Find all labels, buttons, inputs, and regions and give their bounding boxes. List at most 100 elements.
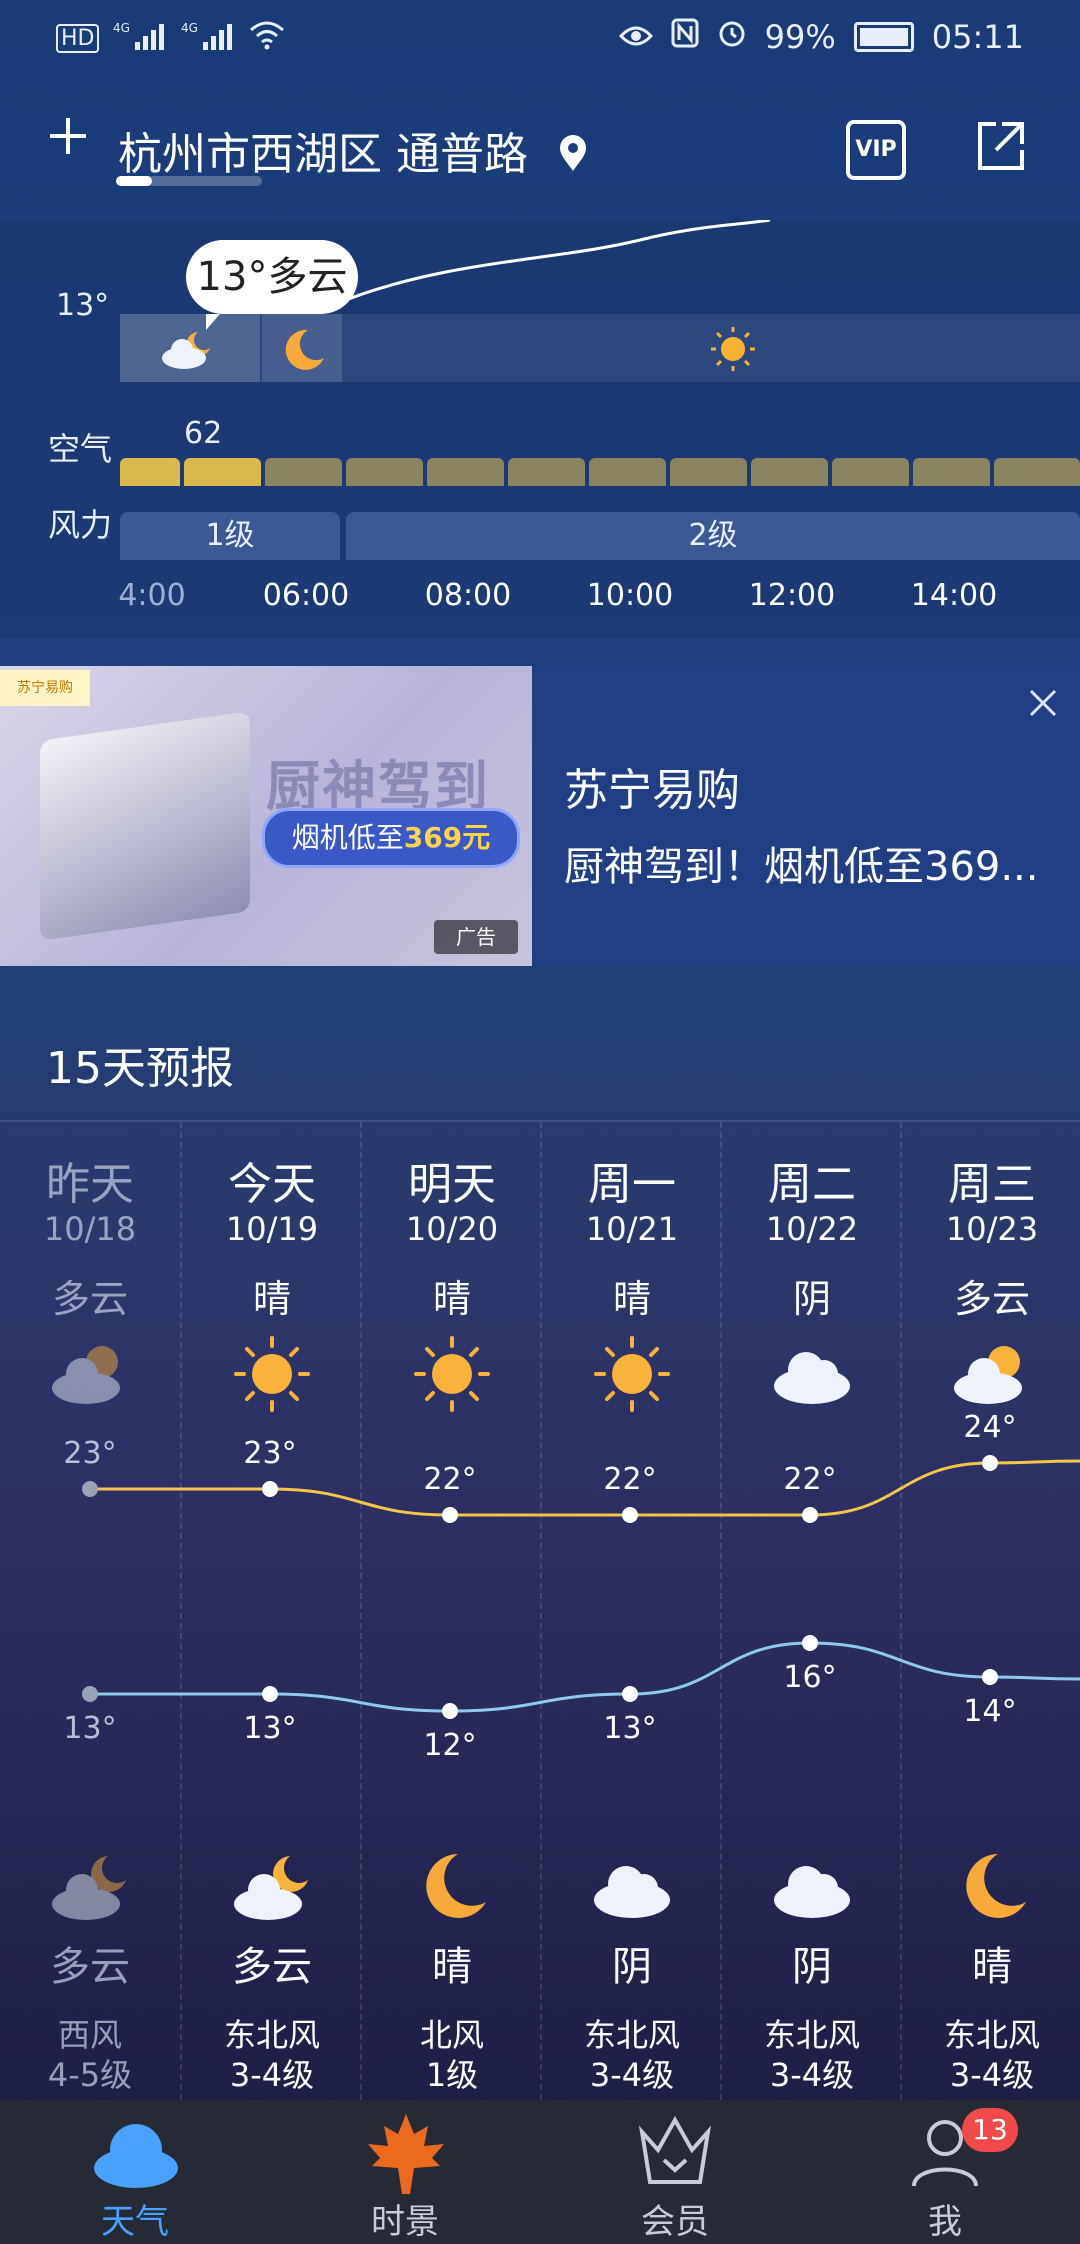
ad-logo: 苏宁易购 [0,670,90,706]
aqi-segment [120,458,180,486]
hour-time: 06:00 [262,578,350,613]
aqi-segment [346,458,423,486]
nav-label: 时景 [371,2202,439,2242]
notification-badge: 13 [962,2108,1018,2152]
hour-time: 4:00 [118,578,186,613]
svg-text:4G: 4G [181,21,198,35]
nav-weather[interactable]: 天气 [0,2100,270,2244]
low-temp-point [442,1703,458,1719]
nav-scenery[interactable]: 时景 [270,2100,540,2244]
location-name: 杭州市西湖区 通普路 [118,129,528,180]
battery-icon [853,22,914,52]
hourly-icon-row [120,314,1080,382]
status-bar: HD 4G 4G 99% 05:11 [0,0,1080,80]
high-temp-point [262,1481,278,1497]
high-temp-label: 23° [63,1436,116,1471]
aqi-segment [670,458,747,486]
high-temp-point [442,1507,458,1523]
ad-tag: 广告 [434,920,518,954]
add-city-button[interactable] [46,112,90,168]
wind-level-bar-2: 2级 [346,512,1080,560]
night-condition: 多云 [232,1944,312,1990]
air-label: 空气 [48,430,113,468]
forecast-title: 15天预报 [46,1043,234,1094]
close-ad-button[interactable] [1028,682,1058,728]
close-icon [1029,689,1057,717]
high-temp-point [802,1507,818,1523]
cloudy-moon-icon [162,332,210,369]
hour-time: 10:00 [586,578,674,613]
eye-icon [618,18,653,56]
aqi-segment [427,458,504,486]
wind-level: 3-4级 [229,2056,315,2094]
low-temp-point [82,1686,98,1702]
high-temp-point [82,1481,98,1497]
hourly-tooltip: 13°多云 [186,240,358,330]
wind-level: 3-4级 [949,2056,1035,2094]
alarm-icon [717,18,747,56]
moon-icon [966,1854,1026,1918]
range-hood-image [40,711,250,941]
night-condition: 阴 [612,1944,652,1990]
wind-level: 1级 [425,2056,479,2094]
low-temp-line [89,1641,1080,1713]
low-temp-label: 13° [243,1711,296,1746]
high-temp-point [982,1455,998,1471]
svg-text:4G: 4G [113,21,130,35]
crown-icon [638,2116,712,2184]
sun-icon [711,327,755,371]
bottom-nav: 天气 时景 会员 13 我 [0,2100,1080,2244]
top-bar: 杭州市西湖区 通普路 VIP [0,80,1080,220]
nav-me[interactable]: 13 我 [810,2100,1080,2244]
low-temp-label: 12° [423,1728,476,1763]
night-condition: 晴 [432,1944,472,1990]
aqi-segment [508,458,585,486]
cloudy-moon-icon [52,1856,126,1920]
signal-icon: 4G [113,20,167,56]
low-temp-label: 14° [963,1694,1016,1729]
share-button[interactable] [972,118,1028,174]
location-title[interactable]: 杭州市西湖区 通普路 [118,118,590,182]
moon-icon [426,1854,486,1918]
low-temp-label: 16° [783,1660,836,1695]
signal-icon-2: 4G [181,20,235,56]
wind-level: 3-4级 [769,2056,855,2094]
low-temp-point [262,1686,278,1702]
vip-button[interactable]: VIP [846,120,906,180]
aqi-value: 62 [184,416,223,451]
cloud-icon [594,1866,670,1918]
share-icon [978,122,1024,170]
nav-label: 天气 [101,2202,169,2242]
aqi-segment [994,458,1080,486]
cloud-icon [94,2124,178,2188]
low-temp-point [982,1669,998,1685]
nav-label: 我 [928,2202,962,2242]
wind-level: 3-4级 [589,2056,675,2094]
wifi-icon [249,20,285,56]
clock: 05:11 [931,18,1024,56]
low-temp-point [622,1686,638,1702]
aqi-segment [832,458,909,486]
hour-time: 14:00 [910,578,998,613]
nfc-icon [671,18,699,56]
aqi-segment [751,458,828,486]
location-pin-icon [560,135,586,171]
cloudy-moon-icon [234,1856,308,1920]
temperature-chart: 23° 13° 23° 13° 22° 12° 22° 13° 22° 16° 24° 14° [63,1410,1080,1763]
ad-price-pill: 烟机低至369元 [262,808,520,868]
wind-label: 风力 [48,506,113,544]
ad-banner[interactable]: 苏宁易购 厨神驾到 烟机低至369元 广告 苏宁易购 厨神驾到！烟机低至369.… [0,666,1080,966]
current-temp: 13° [56,288,110,323]
high-temp-label: 24° [963,1410,1016,1445]
nav-membership[interactable]: 会员 [540,2100,810,2244]
night-condition: 晴 [972,1944,1012,1990]
aqi-segment [913,458,990,486]
high-temp-label: 22° [783,1462,836,1497]
low-temp-label: 13° [63,1711,116,1746]
ad-image[interactable]: 苏宁易购 厨神驾到 烟机低至369元 广告 [0,666,532,966]
hour-time: 12:00 [748,578,836,613]
aqi-segment [184,458,261,486]
wind-level-bar-1: 1级 [120,512,340,560]
high-temp-label: 23° [243,1436,296,1471]
hd-indicator: HD [56,23,100,53]
